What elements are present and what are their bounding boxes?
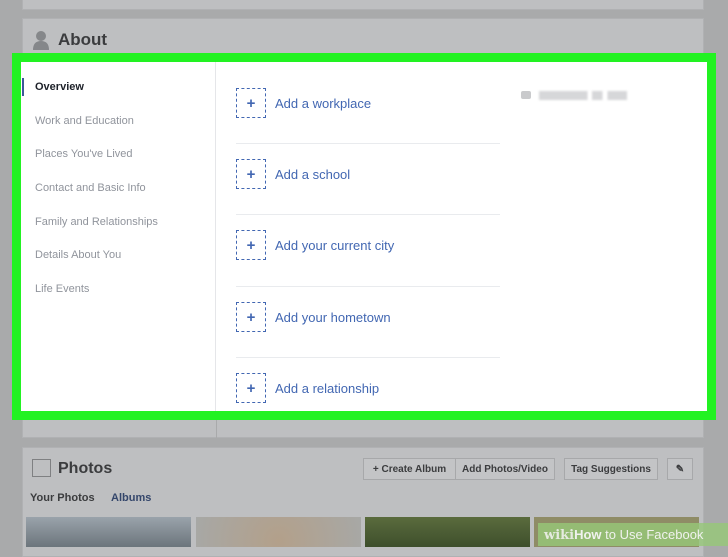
plus-icon: + <box>236 373 266 403</box>
add-label: Add a workplace <box>275 95 372 111</box>
nav-work-education[interactable]: Work and Education <box>35 115 134 127</box>
add-label: Add a relationship <box>275 380 380 396</box>
separator <box>236 286 500 287</box>
nav-life-events[interactable]: Life Events <box>35 283 89 295</box>
photo-thumbnail[interactable] <box>365 517 530 547</box>
add-hometown-button[interactable]: + Add your hometown <box>236 302 500 332</box>
plus-icon: + <box>236 88 266 118</box>
nav-overview[interactable]: Overview <box>35 81 84 93</box>
add-label: Add your current city <box>275 237 395 253</box>
photos-icon <box>32 459 51 477</box>
separator <box>236 357 500 358</box>
add-photos-button[interactable]: Add Photos/Video <box>455 458 555 480</box>
nav-family-relationships[interactable]: Family and Relationships <box>35 216 158 228</box>
add-current-city-button[interactable]: + Add your current city <box>236 230 500 260</box>
add-label: Add a school <box>275 166 351 182</box>
about-title: About <box>58 30 108 49</box>
nav-places-lived[interactable]: Places You've Lived <box>35 148 133 160</box>
active-indicator <box>22 78 24 96</box>
edit-pencil-icon[interactable]: ✎ <box>667 458 693 480</box>
blurred-info <box>539 91 627 100</box>
top-panel <box>22 0 704 10</box>
photo-thumbnail[interactable] <box>196 517 361 547</box>
highlight-box: Overview Work and Education Places You'v… <box>12 53 716 420</box>
about-nav: Overview Work and Education Places You'v… <box>21 62 216 411</box>
photos-title: Photos <box>58 460 113 477</box>
tab-albums[interactable]: Albums <box>111 492 151 504</box>
briefcase-icon <box>521 91 531 99</box>
plus-icon: + <box>236 159 266 189</box>
add-workplace-button[interactable]: + Add a workplace <box>236 88 500 118</box>
nav-contact-info[interactable]: Contact and Basic Info <box>35 182 146 194</box>
photo-thumbnail[interactable] <box>26 517 191 547</box>
create-album-button[interactable]: + Create Album <box>363 458 456 480</box>
separator <box>236 214 500 215</box>
tag-suggestions-button[interactable]: Tag Suggestions <box>564 458 658 480</box>
watermark: wikiHow to Use Facebook <box>538 523 728 546</box>
nav-details-about-you[interactable]: Details About You <box>35 249 121 261</box>
add-relationship-button[interactable]: + Add a relationship <box>236 373 500 403</box>
plus-icon: + <box>236 230 266 260</box>
add-school-button[interactable]: + Add a school <box>236 159 500 189</box>
plus-icon: + <box>236 302 266 332</box>
separator <box>236 143 500 144</box>
add-label: Add your hometown <box>275 309 391 325</box>
person-icon <box>33 31 49 50</box>
tab-your-photos[interactable]: Your Photos <box>30 492 95 504</box>
